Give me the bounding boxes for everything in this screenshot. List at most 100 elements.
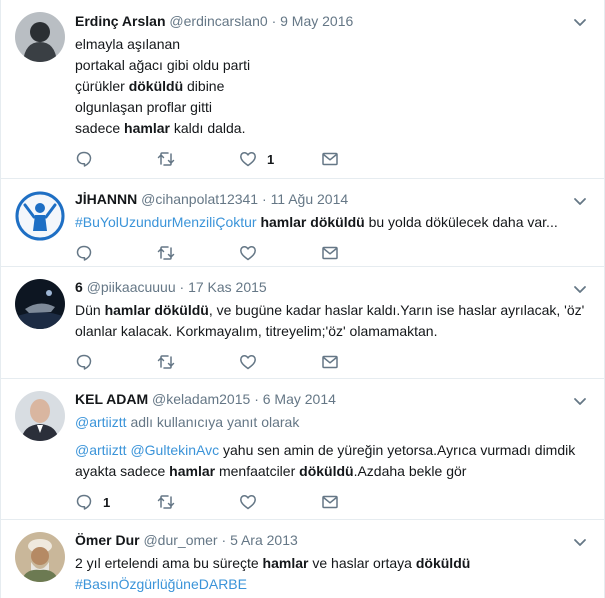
direct-message-button[interactable] [321, 493, 403, 511]
like-button[interactable]: 1 [239, 150, 321, 168]
tweet-actions [75, 352, 588, 372]
text-run: .Azdaha bekle gör [353, 463, 467, 479]
tweet-text-line: elmayla aşılanan [75, 34, 588, 55]
direct-message-button[interactable] [321, 353, 403, 371]
text-run: çürükler [75, 78, 129, 94]
tweet[interactable]: 6 @piikaacuuuu · 17 Kas 2015 Dün hamlar … [1, 267, 604, 379]
reply-button[interactable] [75, 244, 157, 262]
username[interactable]: @erdincarslan0 [169, 13, 267, 29]
fullname[interactable]: Ömer Dur [75, 532, 140, 548]
like-count: 1 [267, 151, 275, 167]
reply-button[interactable]: 1 [75, 493, 157, 511]
reply-icon [76, 494, 92, 510]
highlighted-keyword: döküldü [128, 78, 184, 94]
tweet-actions: 1 [75, 492, 588, 512]
tweet-text-line: portakal ağacı gibi oldu parti [75, 55, 588, 76]
fullname[interactable]: JİHANNN [75, 191, 137, 207]
retweet-icon [157, 246, 175, 260]
text-run: adlı kullanıcıya yanıt olarak [126, 414, 300, 430]
envelope-icon [322, 246, 338, 260]
tweet-text-line: çürükler döküldü dibine [75, 76, 588, 97]
text-run: , ve bugüne kadar haslar kaldı.Yarın ise… [208, 302, 585, 318]
heart-icon [240, 495, 256, 510]
text-run: ayakta sadece [75, 463, 170, 479]
tweet-text-line: 2 yıl ertelendi ama bu süreçte hamlar ve… [75, 553, 588, 574]
tweet[interactable]: Erdinç Arslan @erdincarslan0 · 9 May 201… [1, 0, 604, 179]
timestamp[interactable]: 17 Kas 2015 [188, 279, 267, 295]
hashtag-or-mention-link[interactable]: @artiiztt @GultekinAvc [75, 442, 219, 458]
text-run: portakal ağacı gibi oldu parti [75, 57, 251, 73]
tweet[interactable]: Ömer Dur @dur_omer · 5 Ara 2013 2 yıl er… [1, 520, 604, 598]
separator-dot: · [271, 13, 281, 29]
tweet-actions: 1 [75, 149, 588, 169]
retweet-button[interactable] [157, 150, 239, 168]
like-button[interactable] [239, 353, 321, 371]
heart-icon [240, 152, 256, 167]
heart-icon [240, 246, 256, 261]
text-run: bu yolda dökülecek daha var... [364, 214, 558, 230]
envelope-icon [322, 495, 338, 509]
chevron-down-icon[interactable] [572, 393, 588, 409]
tweet-header: Erdinç Arslan @erdincarslan0 · 9 May 201… [75, 11, 588, 31]
tweet-text-line: olgunlaşan proflar gitti [75, 97, 588, 118]
tweet-header: 6 @piikaacuuuu · 17 Kas 2015 [75, 277, 588, 297]
avatar[interactable] [15, 191, 65, 241]
retweet-button[interactable] [157, 493, 239, 511]
timestamp[interactable]: 9 May 2016 [280, 13, 353, 29]
highlighted-keyword: hamlar [124, 120, 170, 136]
separator-dot: · [221, 532, 231, 548]
avatar[interactable] [15, 12, 65, 62]
timestamp[interactable]: 5 Ara 2013 [230, 532, 298, 548]
direct-message-button[interactable] [321, 244, 403, 262]
hashtag-or-mention-link[interactable]: @artiiztt [75, 414, 127, 430]
avatar[interactable] [15, 279, 65, 329]
chevron-down-icon[interactable] [572, 534, 588, 550]
like-button[interactable] [239, 493, 321, 511]
username[interactable]: @keladam2015 [152, 391, 250, 407]
tweet-header: JİHANNN @cihanpolat12341 · 11 Ağu 2014 [75, 189, 588, 209]
chevron-down-icon[interactable] [572, 14, 588, 30]
retweet-button[interactable] [157, 244, 239, 262]
retweet-icon [157, 152, 175, 166]
chevron-down-icon[interactable] [572, 281, 588, 297]
text-run: 2 yıl ertelendi ama bu süreçte [75, 555, 263, 571]
separator-dot: · [179, 279, 189, 295]
chevron-down-icon[interactable] [572, 193, 588, 209]
hashtag-or-mention-link[interactable]: #BasınÖzgürlüğüneDARBE [75, 576, 247, 592]
text-run: olgunlaşan proflar gitti [75, 99, 212, 115]
tweet-text: elmayla aşılanan portakal ağacı gibi oldu… [75, 34, 588, 139]
avatar[interactable] [15, 532, 65, 582]
tweet-text-line: Dün hamlar döküldü, ve bugüne kadar hasl… [75, 300, 588, 321]
tweet-text: @artiiztt @GultekinAvc yahu sen amin de … [75, 440, 588, 482]
fullname[interactable]: Erdinç Arslan [75, 13, 166, 29]
tweet-timeline: Erdinç Arslan @erdincarslan0 · 9 May 201… [0, 0, 605, 598]
like-button[interactable] [239, 244, 321, 262]
highlighted-keyword: hamlar [262, 555, 309, 571]
tweet[interactable]: JİHANNN @cihanpolat12341 · 11 Ağu 2014 #… [1, 179, 604, 267]
username[interactable]: @dur_omer [143, 532, 217, 548]
fullname[interactable]: 6 [75, 279, 83, 295]
reply-icon [76, 245, 92, 261]
hashtag-or-mention-link[interactable]: #BuYolUzundurMenziliÇoktur [75, 214, 257, 230]
reply-count: 1 [103, 494, 111, 510]
fullname[interactable]: KEL ADAM [75, 391, 148, 407]
username[interactable]: @piikaacuuuu [87, 279, 176, 295]
tweet-header: Ömer Dur @dur_omer · 5 Ara 2013 [75, 530, 588, 550]
timestamp[interactable]: 6 May 2014 [263, 391, 336, 407]
separator-dot: · [262, 191, 271, 207]
tweet-text-line: olanlar kalacak. Korkmayalım, titreyelim… [75, 321, 588, 342]
avatar[interactable] [15, 391, 65, 441]
reply-button[interactable] [75, 150, 157, 168]
reply-button[interactable] [75, 353, 157, 371]
username[interactable]: @cihanpolat12341 [141, 191, 258, 207]
tweet-text: Dün hamlar döküldü, ve bugüne kadar hasl… [75, 300, 588, 342]
tweet-text-line: #BuYolUzundurMenziliÇoktur hamlar döküld… [75, 212, 588, 233]
tweet[interactable]: KEL ADAM @keladam2015 · 6 May 2014 @arti… [1, 379, 604, 520]
highlighted-keyword: hamlar döküldü [260, 214, 365, 230]
highlighted-keyword: döküldü [299, 463, 354, 479]
timestamp[interactable]: 11 Ağu 2014 [271, 191, 349, 207]
tweet-text: 2 yıl ertelendi ama bu süreçte hamlar ve… [75, 553, 588, 595]
direct-message-button[interactable] [321, 150, 403, 168]
retweet-button[interactable] [157, 353, 239, 371]
envelope-icon [322, 355, 338, 369]
